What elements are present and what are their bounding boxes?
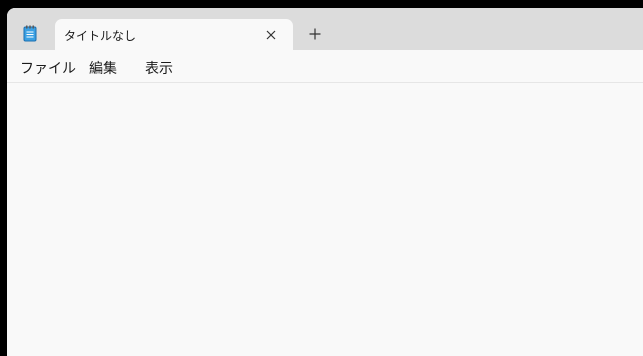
menu-view[interactable]: 表示	[145, 58, 173, 78]
menu-edit[interactable]: 編集	[89, 58, 117, 78]
menu-file[interactable]: ファイル	[20, 58, 76, 78]
title-bar: タイトルなし	[7, 8, 643, 50]
text-editor-area[interactable]	[7, 83, 643, 356]
close-icon[interactable]	[264, 27, 278, 41]
tab-untitled[interactable]: タイトルなし	[55, 19, 293, 50]
plus-icon[interactable]	[306, 25, 324, 43]
menu-bar: ファイル 編集 表示	[7, 50, 643, 83]
notepad-window: タイトルなし ファイル 編集 表示	[7, 8, 643, 356]
notepad-icon	[23, 25, 37, 42]
tab-title: タイトルなし	[64, 29, 137, 43]
